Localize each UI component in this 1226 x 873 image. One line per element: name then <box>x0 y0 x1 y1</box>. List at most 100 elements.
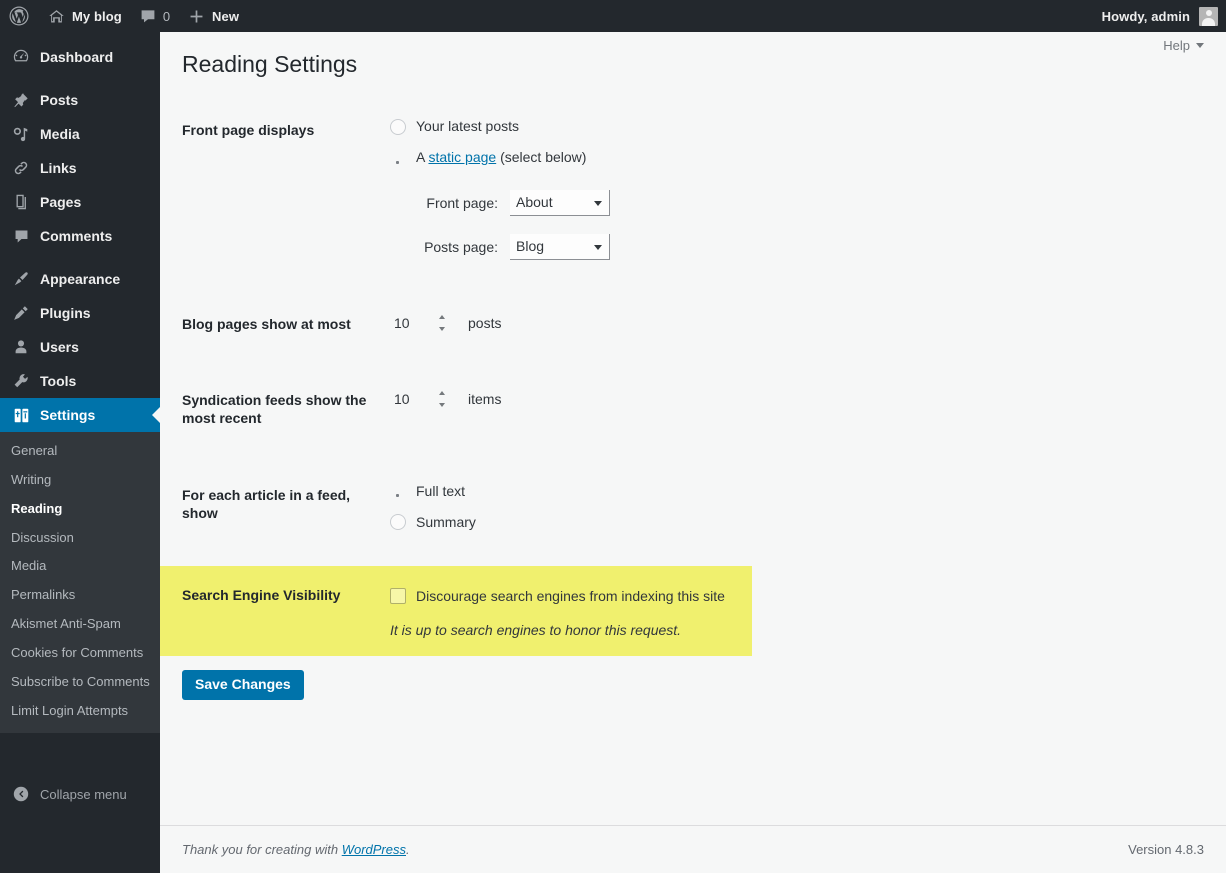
comment-count: 0 <box>162 8 171 24</box>
chevron-left-circle-icon <box>11 784 31 804</box>
new-content-label: New <box>212 8 240 24</box>
new-content-menu[interactable]: New <box>179 0 248 32</box>
radio-label: Summary <box>416 513 476 530</box>
setting-row-blog-pages: Blog pages show at most 10 posts <box>160 295 1200 353</box>
submenu-item-reading[interactable]: Reading <box>0 495 160 524</box>
sidebar-item-tools[interactable]: Tools <box>0 364 160 398</box>
setting-row-feed-article: For each article in a feed, show Full te… <box>160 466 1200 548</box>
setting-label: Syndication feeds show the most recent <box>182 392 367 427</box>
user-icon <box>11 337 31 357</box>
front-page-select[interactable]: About <box>510 190 610 216</box>
submenu-item-discussion[interactable]: Discussion <box>0 524 160 553</box>
sidebar-item-label: Pages <box>40 194 82 210</box>
front-page-select-value: About <box>516 194 553 210</box>
setting-label: For each article in a feed, show <box>182 486 351 521</box>
pages-icon <box>11 192 31 212</box>
radio-full-text[interactable] <box>390 483 406 499</box>
plug-icon <box>11 303 31 323</box>
setting-row-search-engine-visibility: Search Engine Visibility Discourage sear… <box>160 565 752 656</box>
dashboard-icon <box>11 47 31 67</box>
radio-option-latest-posts[interactable]: Your latest posts <box>390 116 1190 137</box>
radio-summary[interactable] <box>390 514 406 531</box>
comment-bubble-icon <box>11 226 31 246</box>
site-name-menu[interactable]: My blog <box>39 0 131 32</box>
wordpress-link[interactable]: WordPress <box>342 842 406 857</box>
account-menu[interactable]: Howdy, admin <box>1102 6 1226 26</box>
posts-page-select-label: Posts page: <box>424 238 498 255</box>
chevron-down-icon <box>1196 43 1204 48</box>
syndication-feeds-input[interactable]: 10 <box>390 386 452 412</box>
blog-pages-value: 10 <box>394 315 410 331</box>
sidebar-item-label: Links <box>40 160 77 176</box>
sidebar-item-users[interactable]: Users <box>0 330 160 364</box>
submenu-item-permalinks[interactable]: Permalinks <box>0 581 160 610</box>
sidebar-item-label: Posts <box>40 92 79 108</box>
radio-option-static-page[interactable]: A static page (select below) <box>390 147 1190 168</box>
submenu-item-writing[interactable]: Writing <box>0 466 160 495</box>
admin-bar: My blog 0 New Howdy, admin <box>0 0 1226 32</box>
media-icon <box>11 124 31 144</box>
syndication-feeds-unit: items <box>468 391 502 408</box>
sidebar-item-links[interactable]: Links <box>0 151 160 185</box>
sidebar-item-label: Comments <box>40 228 113 244</box>
link-icon <box>11 158 31 178</box>
submenu-item-subscribe-to-comments[interactable]: Subscribe to Comments <box>0 668 160 697</box>
checkbox-label: Discourage search engines from indexing … <box>416 587 725 604</box>
sidebar-item-label: Media <box>40 126 80 142</box>
help-tab-label: Help <box>1163 38 1190 53</box>
wordpress-logo-menu[interactable] <box>0 0 39 32</box>
version-label: Version 4.8.3 <box>1128 842 1204 857</box>
posts-page-select[interactable]: Blog <box>510 234 610 260</box>
checkbox-option-discourage-search-engines[interactable]: Discourage search engines from indexing … <box>390 586 742 607</box>
sidebar-item-label: Users <box>40 339 79 355</box>
chevron-down-icon <box>594 244 602 250</box>
main-content: Help Reading Settings Front page display… <box>160 32 1226 873</box>
sidebar-item-comments[interactable]: Comments <box>0 219 160 253</box>
collapse-menu-button[interactable]: Collapse menu <box>0 777 160 811</box>
wrench-icon <box>11 371 31 391</box>
radio-latest-posts[interactable] <box>390 118 406 135</box>
sidebar-item-label: Appearance <box>40 271 121 287</box>
number-spinner[interactable] <box>437 391 446 408</box>
sidebar-item-settings[interactable]: Settings <box>0 398 160 432</box>
pin-icon <box>11 90 31 110</box>
radio-option-full-text[interactable]: Full text <box>390 481 1190 502</box>
setting-label: Search Engine Visibility <box>182 586 341 603</box>
blog-pages-input[interactable]: 10 <box>390 310 452 336</box>
radio-label: Your latest posts <box>416 118 519 134</box>
radio-label-suffix: (select below) <box>496 149 587 165</box>
help-tab-button[interactable]: Help <box>1163 38 1204 53</box>
blog-pages-unit: posts <box>468 315 502 331</box>
setting-label: Blog pages show at most <box>182 316 351 332</box>
sidebar-item-label: Settings <box>40 407 96 423</box>
sidebar-item-media[interactable]: Media <box>0 117 160 151</box>
sidebar-item-pages[interactable]: Pages <box>0 185 160 219</box>
setting-row-front-page-displays: Front page displays Your latest posts A … <box>160 101 1200 275</box>
save-changes-button[interactable]: Save Changes <box>182 669 304 700</box>
sidebar-item-appearance[interactable]: Appearance <box>0 262 160 296</box>
sidebar-item-label: Tools <box>40 373 77 389</box>
discourage-search-engines-checkbox[interactable] <box>390 588 406 605</box>
sidebar-item-posts[interactable]: Posts <box>0 83 160 117</box>
footer-thanks-suffix: . <box>406 842 410 857</box>
submenu-item-media[interactable]: Media <box>0 552 160 581</box>
footer-thanks-prefix: Thank you for creating with <box>182 842 342 857</box>
submenu-item-akismet-anti-spam[interactable]: Akismet Anti-Spam <box>0 610 160 639</box>
radio-option-summary[interactable]: Summary <box>390 512 1190 533</box>
radio-static-page[interactable] <box>390 150 406 166</box>
collapse-menu-label: Collapse menu <box>40 786 127 802</box>
comments-menu[interactable]: 0 <box>131 0 179 32</box>
number-spinner[interactable] <box>437 315 446 331</box>
admin-sidebar: Dashboard Posts Media Links Pages Commen… <box>0 32 160 873</box>
submenu-item-limit-login-attempts[interactable]: Limit Login Attempts <box>0 697 160 726</box>
settings-submenu: General Writing Reading Discussion Media… <box>0 432 160 734</box>
site-name-label: My blog <box>72 8 122 24</box>
static-page-link[interactable]: static page <box>428 149 496 165</box>
sidebar-item-dashboard[interactable]: Dashboard <box>0 40 160 74</box>
submenu-item-cookies-for-comments[interactable]: Cookies for Comments <box>0 639 160 668</box>
reading-settings-form: Front page displays Your latest posts A … <box>160 101 1200 656</box>
submenu-item-general[interactable]: General <box>0 437 160 466</box>
sidebar-separator <box>0 253 160 262</box>
sidebar-item-plugins[interactable]: Plugins <box>0 296 160 330</box>
admin-footer: Thank you for creating with WordPress. V… <box>160 825 1226 873</box>
